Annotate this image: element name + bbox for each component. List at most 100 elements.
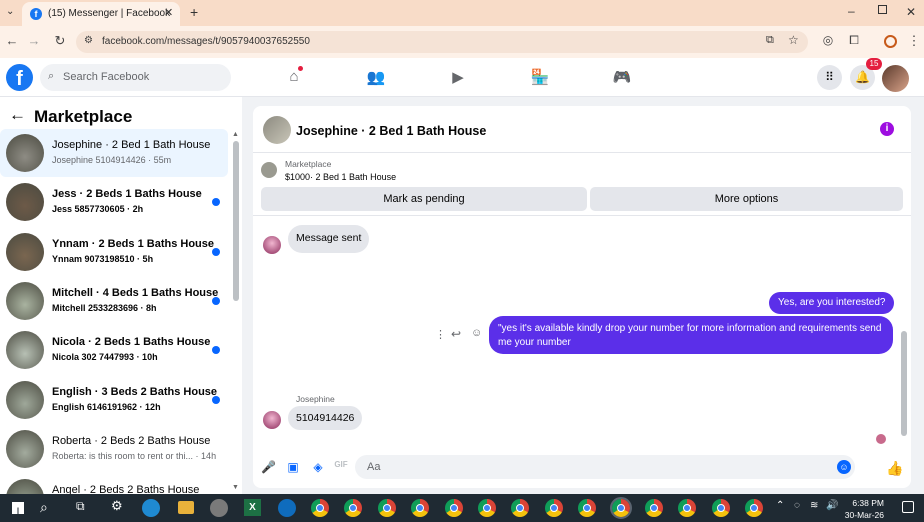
chrome-taskbar-icon[interactable] <box>678 499 697 517</box>
account-avatar[interactable] <box>882 65 909 92</box>
message-input[interactable]: Aa ☺ <box>355 455 855 479</box>
conversation-item[interactable]: Nicola · 2 Beds 1 Baths House Nicola 302 … <box>0 326 228 374</box>
back-arrow-icon[interactable]: ← <box>4 33 20 48</box>
listing-thumbnail[interactable] <box>261 162 277 178</box>
more-actions-icon[interactable]: ⋮ <box>435 328 446 341</box>
clock-date[interactable]: 30-Mar-26 <box>842 510 884 520</box>
photo-icon[interactable]: ▣ <box>286 460 300 474</box>
chrome-taskbar-icon[interactable] <box>478 499 496 517</box>
facebook-logo-icon[interactable]: f <box>6 64 33 91</box>
info-icon[interactable]: i <box>880 122 894 136</box>
listing-title[interactable]: $1000· 2 Bed 1 Bath House <box>285 172 396 182</box>
tray-chevron-icon[interactable]: ⌃ <box>776 500 784 511</box>
chrome-taskbar-icon[interactable] <box>411 499 430 517</box>
sender-name: Josephine <box>296 394 335 404</box>
chrome-taskbar-icon[interactable] <box>609 497 632 519</box>
forward-arrow-icon[interactable]: → <box>26 33 42 48</box>
chrome-taskbar-icon[interactable] <box>711 499 730 517</box>
tab-list-icon[interactable]: ⌄ <box>6 6 14 17</box>
like-thumb-icon[interactable]: 👍 <box>886 460 903 476</box>
sidebar-scrollbar[interactable] <box>233 141 239 301</box>
conversation-thumbnail <box>6 281 44 320</box>
watch-icon[interactable]: ▶ <box>448 68 468 86</box>
menu-grid-icon[interactable]: ⠿ <box>817 65 842 90</box>
conversation-item[interactable]: Mitchell · 4 Beds 1 Baths House Mitchell … <box>0 277 228 325</box>
browser-tab[interactable]: f (15) Messenger | Facebook ✕ <box>22 2 180 26</box>
chrome-taskbar-icon[interactable] <box>311 499 329 517</box>
message-input-placeholder: Aa <box>367 461 381 473</box>
chrome-taskbar-icon[interactable] <box>745 499 764 517</box>
conversation-preview: Josephine 5104914426 · 55m <box>52 155 172 165</box>
react-emoji-icon[interactable]: ☺ <box>471 327 482 339</box>
start-icon[interactable] <box>12 502 24 514</box>
back-arrow-icon[interactable]: ← <box>9 105 26 125</box>
globe-icon[interactable]: ◎ <box>820 33 836 47</box>
conversation-item[interactable]: Jess · 2 Beds 1 Baths House Jess 58577306… <box>0 178 228 226</box>
unread-dot <box>212 395 220 404</box>
chrome-taskbar-icon[interactable] <box>344 499 363 517</box>
reload-icon[interactable]: ↻ <box>52 33 68 49</box>
conversation-item[interactable]: Roberta · 2 Beds 2 Baths House Roberta: i… <box>0 425 228 473</box>
chrome-taskbar-icon[interactable] <box>377 499 396 517</box>
chrome-taskbar-icon[interactable] <box>444 499 463 517</box>
gif-icon[interactable]: GIF <box>334 460 348 474</box>
conversation-preview: Mitchell 2533283696 · 8h <box>52 302 157 313</box>
chat-scrollbar[interactable] <box>901 331 907 436</box>
chrome-center <box>449 504 458 512</box>
chat-title[interactable]: Josephine · 2 Bed 1 Bath House <box>296 124 486 138</box>
task-view-icon[interactable]: ⧉ <box>76 499 85 514</box>
extensions-icon[interactable]: ⧠ <box>846 33 862 48</box>
reply-icon[interactable]: ↩ <box>451 327 461 341</box>
scroll-down-icon[interactable]: ▼ <box>232 484 239 491</box>
new-tab-icon[interactable]: + <box>190 4 198 20</box>
gaming-icon[interactable]: 🎮 <box>612 68 632 86</box>
sticker-icon[interactable]: ◈ <box>311 460 325 474</box>
chrome-taskbar-icon[interactable] <box>511 499 530 517</box>
maximize-icon[interactable] <box>878 5 887 14</box>
listing-label: Marketplace <box>285 159 332 169</box>
app-icon[interactable] <box>210 499 228 517</box>
conversation-item[interactable]: English · 3 Beds 2 Baths House English 61… <box>0 376 228 424</box>
settings-gear-icon[interactable]: ⚙ <box>111 498 123 514</box>
tab-close-icon[interactable]: ✕ <box>164 6 173 19</box>
mark-as-pending-button[interactable]: Mark as pending <box>261 187 587 211</box>
outlook-icon[interactable] <box>278 499 296 517</box>
chat-header-avatar[interactable] <box>263 116 291 144</box>
volume-icon[interactable]: 🔊 <box>826 500 838 511</box>
friends-icon[interactable]: 👥 <box>366 68 386 86</box>
cast-icon[interactable]: ⧉ <box>766 34 774 47</box>
sender-avatar[interactable] <box>263 236 281 254</box>
taskbar-search-icon[interactable]: ⌕ <box>40 499 48 516</box>
profile-icon[interactable] <box>884 35 897 48</box>
chrome-taskbar-icon[interactable] <box>544 499 563 517</box>
network-icon[interactable]: ◌ <box>794 500 800 511</box>
notification-center-icon[interactable] <box>902 501 914 513</box>
conversation-item[interactable]: Ynnam · 2 Beds 1 Baths House Ynnam 907319… <box>0 228 228 276</box>
file-explorer-icon[interactable] <box>178 501 194 514</box>
minimize-icon[interactable]: – <box>848 4 855 18</box>
scroll-up-icon[interactable]: ▲ <box>232 131 239 138</box>
browser-menu-icon[interactable]: ⋮ <box>906 33 922 49</box>
chrome-taskbar-icon[interactable] <box>645 499 663 517</box>
sender-avatar[interactable] <box>263 411 281 429</box>
wifi-icon[interactable]: ≋ <box>810 500 818 511</box>
bookmark-star-icon[interactable]: ☆ <box>788 33 799 47</box>
chrome-taskbar-icon[interactable] <box>578 499 597 517</box>
search-facebook-input[interactable]: ⌕ Search Facebook <box>40 64 231 91</box>
edge-icon[interactable] <box>142 499 160 517</box>
emoji-icon[interactable]: ☺ <box>837 460 851 474</box>
chrome-center <box>750 504 759 512</box>
unread-dot <box>212 198 220 207</box>
marketplace-icon[interactable]: 🏪 <box>530 68 550 86</box>
conversation-item[interactable]: Josephine · 2 Bed 1 Bath House Josephine … <box>0 129 228 177</box>
conversation-name: Nicola · 2 Beds 1 Baths House <box>52 336 211 349</box>
search-icon: ⌕ <box>48 70 55 82</box>
excel-icon[interactable]: X <box>244 499 261 516</box>
more-options-button[interactable]: More options <box>590 187 903 211</box>
window-close-icon[interactable]: ✕ <box>906 5 916 19</box>
url-field[interactable]: ⚙ facebook.com/messages/t/90579400376525… <box>76 31 808 53</box>
clock-time[interactable]: 6:38 PM <box>848 498 884 508</box>
site-info-icon[interactable]: ⚙ <box>84 35 93 46</box>
microphone-icon[interactable]: 🎤 <box>261 460 276 474</box>
conversation-thumbnail <box>6 232 44 271</box>
